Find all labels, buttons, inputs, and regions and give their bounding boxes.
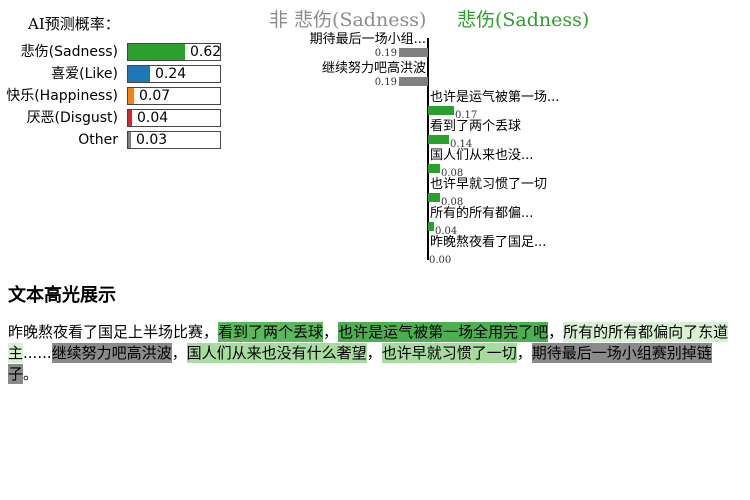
highlighted-segment: 也许是运气被第一场全用完了吧 bbox=[338, 322, 549, 342]
feature-label: 看到了两个丢球 bbox=[430, 119, 522, 134]
probability-row: 喜爱(Like) 0.24 bbox=[0, 65, 222, 83]
text-segment: ， bbox=[203, 323, 219, 341]
probability-label: 快乐(Happiness) bbox=[6, 88, 118, 104]
probability-bar-fill bbox=[128, 44, 185, 60]
probability-bar: 0.03 bbox=[127, 131, 221, 149]
probability-row: 快乐(Happiness) 0.07 bbox=[0, 87, 222, 105]
feature-label: 国人们从来也没... bbox=[430, 148, 534, 163]
probability-bar: 0.62 bbox=[127, 43, 221, 61]
feature-label: 昨晚熬夜看了国足... bbox=[430, 235, 547, 250]
feature-value: 0.00 bbox=[429, 255, 452, 266]
feature-label: 也许早就习惯了一切 bbox=[430, 177, 548, 192]
probability-bar-fill bbox=[128, 132, 131, 148]
feature-label: 期待最后一场小组... bbox=[309, 32, 426, 47]
probability-row: 厌恶(Disgust) 0.04 bbox=[0, 109, 222, 127]
probability-bar-fill bbox=[128, 66, 150, 82]
feature-label: 所有的所有都偏... bbox=[430, 206, 534, 221]
text-segment: ， bbox=[516, 344, 532, 362]
text-segment: ， bbox=[548, 323, 564, 341]
text-segment: 昨晚熬夜看了国足上半场比赛 bbox=[8, 323, 204, 341]
text-segment: ...... bbox=[23, 344, 52, 362]
probability-value: 0.04 bbox=[137, 110, 169, 126]
probability-value: 0.07 bbox=[139, 88, 171, 104]
highlighted-segment: 也许早就习惯了一切 bbox=[381, 343, 517, 363]
probability-row: 悲伤(Sadness) 0.62 bbox=[0, 43, 222, 61]
probability-bar-fill bbox=[128, 110, 132, 126]
probability-label: 喜爱(Like) bbox=[51, 66, 118, 82]
probability-label: 悲伤(Sadness) bbox=[20, 44, 118, 60]
highlighted-segment: 看到了两个丢球 bbox=[218, 322, 324, 342]
feature-bar bbox=[428, 106, 454, 115]
highlight-section-title: 文本高光展示 bbox=[8, 285, 116, 306]
text-segment: ， bbox=[366, 344, 382, 362]
probability-bar: 0.07 bbox=[127, 87, 221, 105]
probability-bar: 0.04 bbox=[127, 109, 221, 127]
positive-class-heading: 悲伤(Sadness) bbox=[457, 9, 590, 31]
probability-label: 厌恶(Disgust) bbox=[26, 110, 118, 126]
probability-row: Other 0.03 bbox=[0, 131, 222, 149]
feature-bar bbox=[428, 222, 434, 231]
text-segment: 。 bbox=[23, 365, 39, 383]
feature-bar bbox=[428, 135, 449, 144]
highlighted-text: 昨晚熬夜看了国足上半场比赛，看到了两个丢球，也许是运气被第一场全用完了吧，所有的… bbox=[8, 322, 740, 385]
feature-bar bbox=[428, 193, 440, 202]
probability-title: AI预测概率： bbox=[28, 15, 120, 33]
text-segment: ， bbox=[323, 323, 339, 341]
probability-bar-fill bbox=[128, 88, 134, 104]
text-segment: ， bbox=[171, 344, 187, 362]
feature-bar bbox=[399, 77, 428, 86]
feature-value: 0.19 bbox=[374, 77, 397, 88]
feature-label: 继续努力吧高洪波 bbox=[321, 61, 426, 76]
highlighted-segment: 继续努力吧高洪波 bbox=[51, 343, 172, 363]
probability-value: 0.62 bbox=[190, 44, 222, 60]
probability-label: Other bbox=[78, 132, 118, 148]
feature-label: 也许是运气被第一场... bbox=[430, 90, 560, 105]
feature-bar bbox=[428, 164, 440, 173]
probability-value: 0.03 bbox=[136, 132, 168, 148]
probability-value: 0.24 bbox=[155, 66, 187, 82]
feature-bar bbox=[399, 48, 428, 57]
negative-class-heading: 非 悲伤(Sadness) bbox=[269, 9, 427, 31]
feature-value: 0.19 bbox=[374, 48, 397, 59]
probability-bar: 0.24 bbox=[127, 65, 221, 83]
highlighted-segment: 国人们从来也没有什么奢望 bbox=[186, 343, 367, 363]
